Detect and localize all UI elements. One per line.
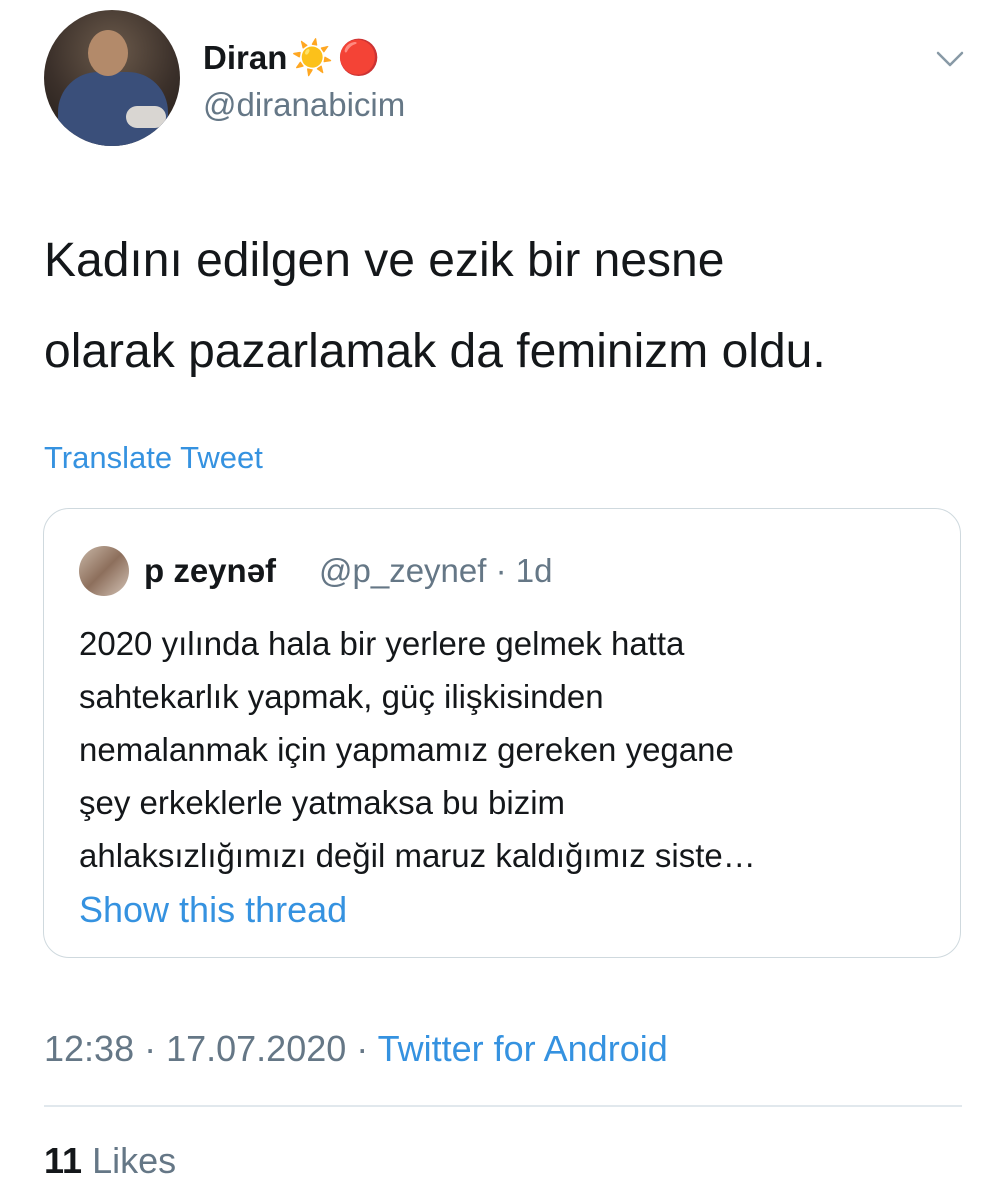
quoted-author-avatar: [79, 546, 129, 596]
tweet-text: Kadını edilgen ve ezik bir nesne olarak …: [44, 234, 826, 379]
likes-stat[interactable]: 11 Likes: [44, 1140, 176, 1182]
show-thread-link[interactable]: Show this thread: [79, 889, 347, 931]
likes-label: Likes: [92, 1140, 177, 1181]
author-handle[interactable]: @diranabicim: [203, 86, 405, 124]
quoted-author-handle-time: @p_zeynef · 1d: [319, 552, 553, 589]
sun-emoji-icon: ☀️: [291, 39, 334, 77]
author-name[interactable]: Diran ☀️ 🔴: [203, 38, 380, 78]
avatar-figure-hand: [126, 106, 166, 128]
tweet-timestamp: 12:38 · 17.07.2020 ·: [44, 1028, 378, 1069]
likes-count: 11: [44, 1140, 83, 1181]
tweet-source-link[interactable]: Twitter for Android: [378, 1028, 668, 1069]
translate-tweet-link[interactable]: Translate Tweet: [44, 440, 263, 476]
avatar-figure-head: [88, 30, 128, 76]
quoted-tweet-text: 2020 yılında hala bir yerlere gelmek hat…: [79, 625, 756, 874]
red-circle-emoji-icon: 🔴: [337, 39, 381, 77]
tweet-meta: 12:38 · 17.07.2020 · Twitter for Android: [44, 1028, 668, 1070]
chevron-down-icon[interactable]: [935, 44, 965, 74]
quoted-tweet-card[interactable]: p zeynəf @p_zeynef · 1d 2020 yılında hal…: [43, 508, 961, 958]
quoted-author-name: p zeynəf: [144, 552, 277, 589]
author-name-text: Diran: [203, 39, 288, 76]
divider: [44, 1105, 962, 1107]
author-avatar[interactable]: [44, 10, 180, 146]
